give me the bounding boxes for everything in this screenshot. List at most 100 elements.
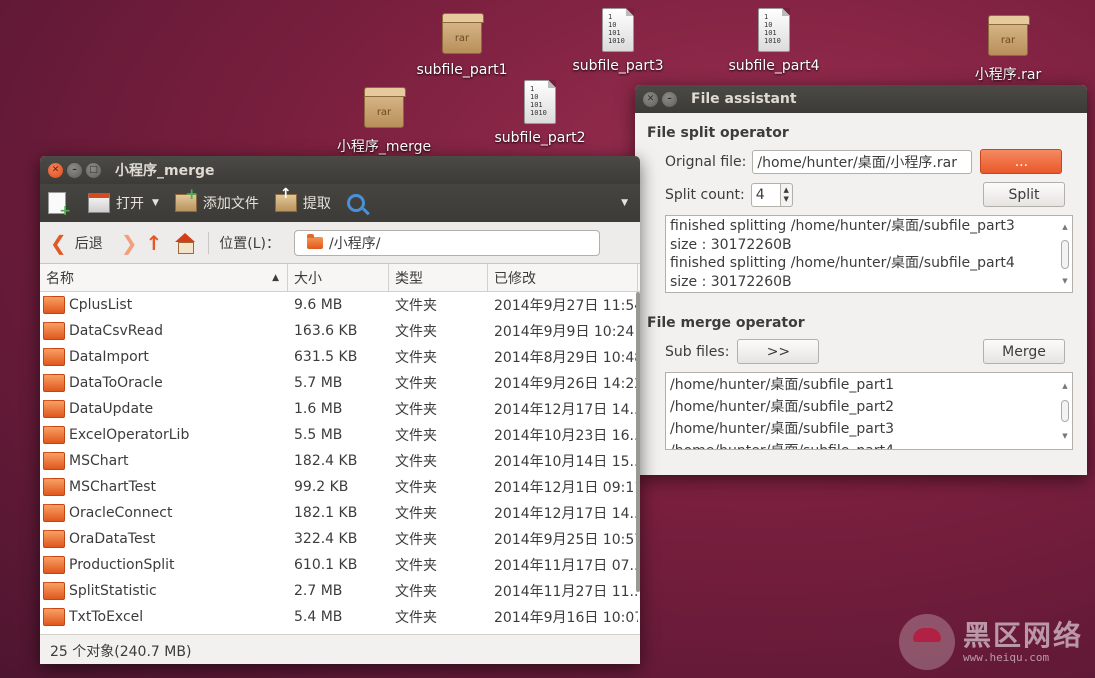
folder-icon	[43, 530, 65, 548]
column-type[interactable]: 类型	[389, 264, 488, 291]
cell-size: 5.5 MB	[294, 427, 343, 443]
extract-label: 提取	[302, 196, 331, 212]
table-row[interactable]: OraDataTest 322.4 KB 文件夹 2014年9月25日 10:57	[40, 526, 640, 552]
sort-up-icon: ▲	[272, 272, 279, 283]
extract-button[interactable]: 提取	[274, 186, 331, 213]
rar-archive-icon: rar	[360, 84, 408, 132]
forward-arrow-icon[interactable]: ❯	[121, 231, 138, 255]
list-item[interactable]: /home/hunter/桌面/subfile_part4	[670, 440, 1068, 449]
cell-type: 文件夹	[395, 324, 437, 340]
cell-type: 文件夹	[395, 506, 437, 522]
split-count-input[interactable]: 4	[750, 182, 781, 207]
back-arrow-icon[interactable]: ❮	[50, 231, 67, 255]
cell-type: 文件夹	[395, 584, 437, 600]
close-button[interactable]: ✕	[48, 162, 63, 178]
subfiles-list[interactable]: /home/hunter/桌面/subfile_part1 /home/hunt…	[665, 372, 1073, 450]
list-item[interactable]: /home/hunter/桌面/subfile_part3	[670, 418, 1068, 440]
open-button[interactable]: 打开 ▼	[88, 193, 159, 213]
add-subfiles-button[interactable]: >>	[737, 339, 820, 364]
split-button[interactable]: Split	[983, 182, 1065, 207]
split-count-spinner[interactable]: 4 ▲ ▼	[750, 182, 793, 207]
cell-modified: 2014年11月17日 07...	[494, 558, 638, 574]
table-row[interactable]: MSChart 182.4 KB 文件夹 2014年10月14日 15...	[40, 448, 640, 474]
split-count-label: Split count:	[665, 186, 745, 203]
maximize-button[interactable]: □	[86, 162, 101, 178]
close-button[interactable]: ✕	[643, 91, 658, 107]
cell-type: 文件夹	[395, 480, 437, 496]
table-row[interactable]: SplitStatistic 2.7 MB 文件夹 2014年11月27日 11...	[40, 578, 640, 604]
cell-modified: 2014年8月29日 10:48	[494, 350, 638, 366]
folder-icon	[43, 478, 65, 496]
folder-icon	[43, 400, 65, 418]
spinner-arrows[interactable]: ▲ ▼	[780, 182, 793, 207]
cell-name: OracleConnect	[40, 504, 288, 522]
archive-manager-window: ✕ – □ 小程序_merge 打开 ▼ 添加文件 提取 ▼ ❮ 后退 ❯ ↑ …	[40, 156, 640, 664]
folder-icon	[307, 233, 324, 249]
table-row[interactable]: DataImport 631.5 KB 文件夹 2014年8月29日 10:48	[40, 344, 640, 370]
folder-icon	[43, 426, 65, 444]
list-item[interactable]: /home/hunter/桌面/subfile_part1	[670, 374, 1068, 396]
split-log-textarea[interactable]: finished splitting /home/hunter/桌面/subfi…	[665, 215, 1073, 293]
watermark-text: 黑区网络	[962, 618, 1083, 652]
cell-name: TxtToExcel	[40, 608, 288, 626]
file-list[interactable]: CplusList 9.6 MB 文件夹 2014年9月27日 11:54 DataCs…	[40, 292, 640, 634]
list-scrollbar[interactable]: ▲ ▼	[1060, 375, 1070, 447]
log-line: finished splitting /home/hunter/桌面/subfi…	[670, 218, 1015, 234]
cell-name: MSChartTest	[40, 478, 288, 496]
open-archive-icon	[88, 193, 110, 213]
table-row[interactable]: DataToOracle 5.7 MB 文件夹 2014年9月26日 14:22	[40, 370, 640, 396]
table-row[interactable]: OracleConnect 182.1 KB 文件夹 2014年12月17日 14..…	[40, 500, 640, 526]
desktop-icon-subfile-part1[interactable]: rar subfile_part1	[407, 10, 517, 78]
location-label: 位置(L)：	[219, 235, 281, 252]
home-icon[interactable]	[174, 232, 196, 254]
column-size[interactable]: 大小	[288, 264, 389, 291]
browse-button[interactable]: ...	[980, 149, 1063, 174]
table-row[interactable]: ExcelOperatorLib 5.5 MB 文件夹 2014年10月23日 16.…	[40, 422, 640, 448]
cell-modified: 2014年9月26日 14:22	[494, 376, 638, 392]
sub-files-label: Sub files:	[665, 343, 730, 360]
table-row[interactable]: DataCsvRead 163.6 KB 文件夹 2014年9月9日 10:24	[40, 318, 640, 344]
add-files-button[interactable]: 添加文件	[174, 185, 259, 213]
desktop-icon-label: 小程序_merge	[336, 139, 432, 155]
column-header: 名称 ▲ 大小 类型 已修改	[40, 264, 640, 292]
minimize-button[interactable]: –	[662, 91, 677, 107]
folder-icon	[43, 582, 65, 600]
list-scrollbar[interactable]	[636, 292, 640, 592]
table-row[interactable]: CplusList 9.6 MB 文件夹 2014年9月27日 11:54	[40, 292, 640, 318]
desktop-icon-subfile-part4[interactable]: 1 10 101 1010 subfile_part4	[719, 6, 829, 74]
cell-size: 99.2 KB	[294, 479, 349, 495]
cell-size: 2.7 MB	[294, 583, 343, 599]
desktop-icon-rar[interactable]: rar 小程序.rar	[953, 12, 1063, 84]
rar-archive-icon: rar	[984, 12, 1032, 60]
desktop-icon-merge[interactable]: rar 小程序_merge	[329, 84, 439, 156]
location-value: /小程序/	[329, 235, 381, 252]
desktop-icon-label: 小程序.rar	[974, 67, 1042, 83]
table-row[interactable]: ProductionSplit 610.1 KB 文件夹 2014年11月17日 07…	[40, 552, 640, 578]
column-name[interactable]: 名称 ▲	[40, 264, 288, 291]
navigation-bar: ❮ 后退 ❯ ↑ 位置(L)： /小程序/	[40, 222, 640, 264]
folder-icon	[43, 322, 65, 340]
table-row[interactable]: DataUpdate 1.6 MB 文件夹 2014年12月17日 14...	[40, 396, 640, 422]
search-button[interactable]	[346, 194, 371, 212]
split-section-title: File split operator	[647, 125, 789, 141]
desktop-icon-subfile-part2[interactable]: 1 10 101 1010 subfile_part2	[485, 78, 595, 146]
watermark: 黑区网络 www.heiqu.com	[898, 614, 1083, 670]
original-file-input[interactable]: /home/hunter/桌面/小程序.rar	[752, 149, 973, 174]
file-assistant-window: ✕ – File assistant File split operator O…	[635, 85, 1087, 475]
table-row[interactable]: MSChartTest 99.2 KB 文件夹 2014年12月1日 09:11	[40, 474, 640, 500]
new-archive-button[interactable]	[48, 192, 72, 219]
minimize-button[interactable]: –	[67, 162, 82, 178]
location-input[interactable]: /小程序/	[294, 229, 601, 256]
toolbar-overflow-icon[interactable]: ▼	[621, 198, 628, 208]
log-scrollbar[interactable]: ▲ ▼	[1060, 218, 1070, 290]
cell-size: 5.7 MB	[294, 375, 343, 391]
chevron-down-icon[interactable]: ▼	[152, 198, 159, 208]
desktop-icon-subfile-part3[interactable]: 1 10 101 1010 subfile_part3	[563, 6, 673, 74]
merge-section-title: File merge operator	[647, 315, 805, 331]
up-arrow-icon[interactable]: ↑	[146, 231, 163, 255]
back-button[interactable]: 后退	[75, 233, 103, 253]
list-item[interactable]: /home/hunter/桌面/subfile_part2	[670, 396, 1068, 418]
table-row[interactable]: TxtToExcel 5.4 MB 文件夹 2014年9月16日 10:07	[40, 604, 640, 630]
merge-button[interactable]: Merge	[983, 339, 1065, 364]
column-modified[interactable]: 已修改	[488, 264, 638, 291]
